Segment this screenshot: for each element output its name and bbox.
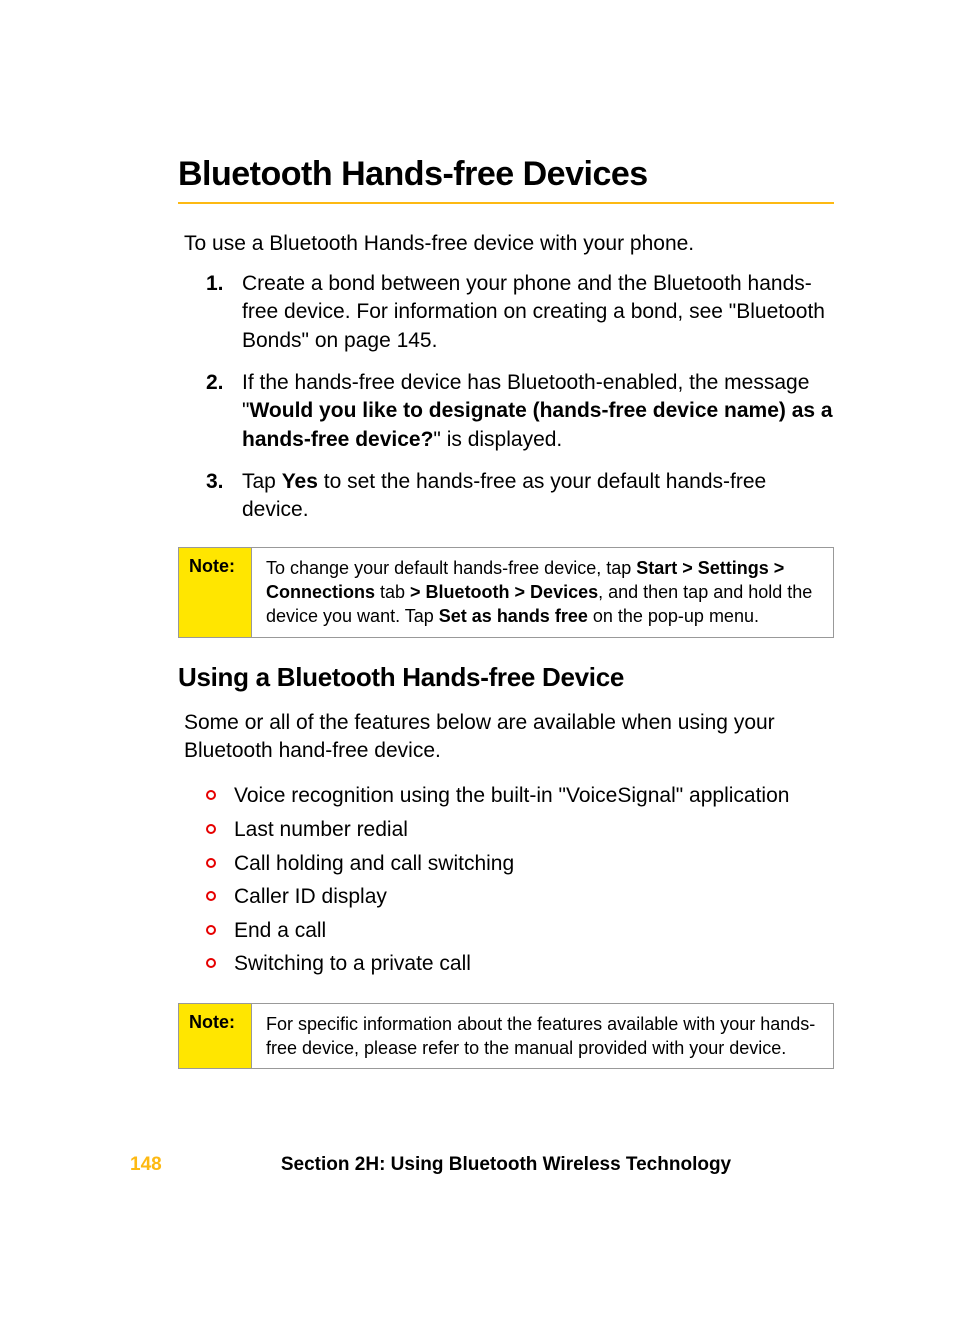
list-item-text: Voice recognition using the built-in "Vo… <box>234 779 834 813</box>
step-item: 3.Tap Yes to set the hands-free as your … <box>206 468 834 525</box>
page-number: 148 <box>0 1154 178 1176</box>
intro-text: To use a Bluetooth Hands-free device wit… <box>184 232 834 256</box>
feature-list: Voice recognition using the built-in "Vo… <box>206 779 834 981</box>
text-run: To change your default hands-free device… <box>266 558 636 578</box>
page-footer: 148 Section 2H: Using Bluetooth Wireless… <box>0 1154 954 1176</box>
step-text: Create a bond between your phone and the… <box>242 270 834 355</box>
list-item-text: Caller ID display <box>234 880 834 914</box>
note-box-1: Note: To change your default hands-free … <box>178 547 834 638</box>
step-number: 1. <box>206 270 242 355</box>
step-number: 2. <box>206 369 242 454</box>
list-item: Last number redial <box>206 813 834 847</box>
step-item: 2.If the hands-free device has Bluetooth… <box>206 369 834 454</box>
list-item: Voice recognition using the built-in "Vo… <box>206 779 834 813</box>
text-run: on the pop-up menu. <box>588 606 759 626</box>
step-number: 3. <box>206 468 242 525</box>
bullet-icon <box>206 914 234 935</box>
text-run: Tap <box>242 470 282 493</box>
list-item-text: Call holding and call switching <box>234 847 834 881</box>
list-item: Switching to a private call <box>206 947 834 981</box>
bullet-icon <box>206 813 234 834</box>
steps-list: 1.Create a bond between your phone and t… <box>206 270 834 525</box>
step-item: 1.Create a bond between your phone and t… <box>206 270 834 355</box>
step-text: If the hands-free device has Bluetooth-e… <box>242 369 834 454</box>
bold-text: Set as hands free <box>439 606 588 626</box>
page-content: Bluetooth Hands-free Devices To use a Bl… <box>0 0 954 1069</box>
bullet-icon <box>206 847 234 868</box>
list-item: Call holding and call switching <box>206 847 834 881</box>
footer-title: Section 2H: Using Bluetooth Wireless Tec… <box>178 1154 954 1176</box>
list-item-text: Last number redial <box>234 813 834 847</box>
page-title: Bluetooth Hands-free Devices <box>178 155 834 194</box>
list-item: End a call <box>206 914 834 948</box>
note-box-2: Note: For specific information about the… <box>178 1003 834 1070</box>
note-label: Note: <box>179 548 252 637</box>
title-rule <box>178 202 834 204</box>
note-body: To change your default hands-free device… <box>252 548 833 637</box>
step-text: Tap Yes to set the hands-free as your de… <box>242 468 834 525</box>
note-body: For specific information about the featu… <box>252 1004 833 1069</box>
text-run: tab <box>375 582 410 602</box>
text-run: For specific information about the featu… <box>266 1014 815 1058</box>
list-item-text: End a call <box>234 914 834 948</box>
text-run: Create a bond between your phone and the… <box>242 272 825 352</box>
text-run: " is displayed. <box>433 428 562 451</box>
section-heading: Using a Bluetooth Hands-free Device <box>178 662 834 693</box>
bullet-icon <box>206 947 234 968</box>
bullet-icon <box>206 779 234 800</box>
list-item: Caller ID display <box>206 880 834 914</box>
bold-text: Yes <box>282 470 318 493</box>
note-label: Note: <box>179 1004 252 1069</box>
list-item-text: Switching to a private call <box>234 947 834 981</box>
bold-text: > Bluetooth > Devices <box>410 582 598 602</box>
text-run: to set the hands-free as your default ha… <box>242 470 766 521</box>
section-intro: Some or all of the features below are av… <box>184 709 834 766</box>
bullet-icon <box>206 880 234 901</box>
